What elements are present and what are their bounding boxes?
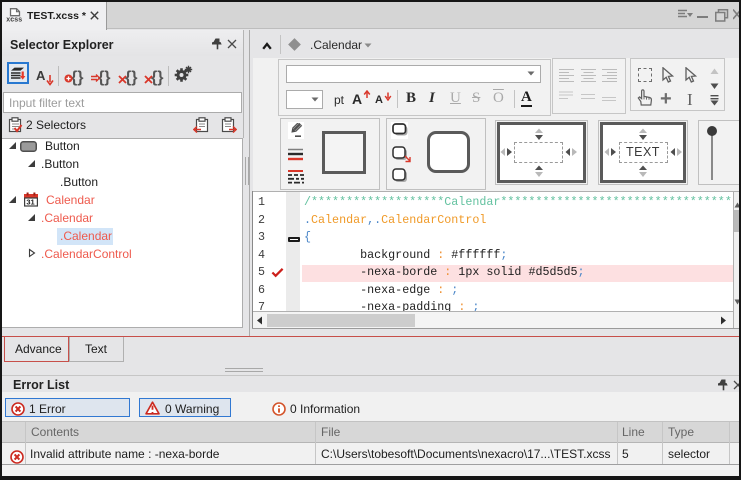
svg-text:{}: {}: [151, 69, 163, 86]
svg-text:31: 31: [26, 198, 34, 207]
svg-text:{}: {}: [125, 69, 137, 86]
svg-text:xcss: xcss: [6, 16, 22, 22]
svg-text:{}: {}: [71, 69, 83, 86]
